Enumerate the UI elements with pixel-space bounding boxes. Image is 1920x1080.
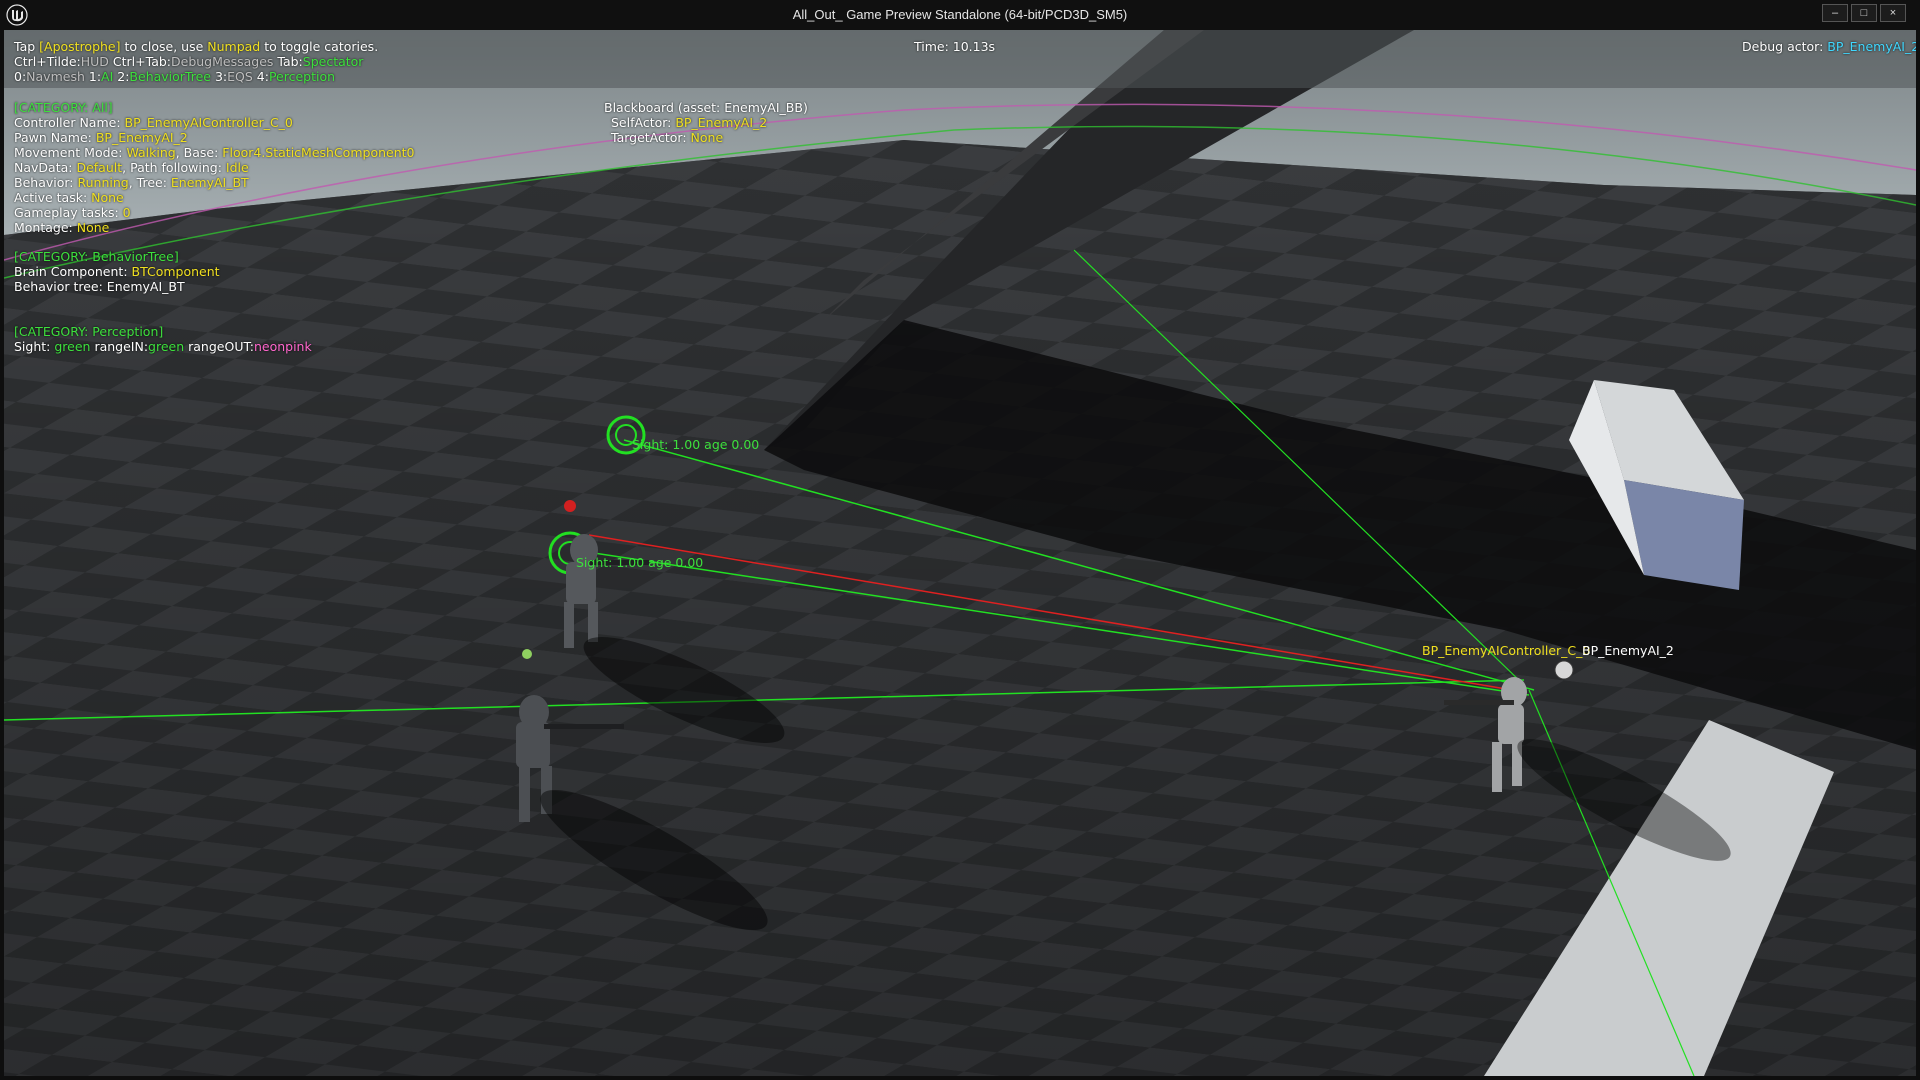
minimize-button[interactable]: – (1822, 4, 1848, 22)
hud-shortcuts-line: Ctrl+Tilde:HUD Ctrl+Tab:DebugMessages Ta… (14, 54, 364, 69)
sight-legend-line: Sight: green rangeIN:green rangeOUT:neon… (14, 339, 312, 354)
controller-world-tag: BP_EnemyAIController_C_0 (1422, 643, 1591, 658)
marker-small (522, 649, 532, 659)
behavior-tree-line: Behavior tree: EnemyAI_BT (14, 279, 185, 294)
behavior-line: Behavior: Running, Tree: EnemyAI_BT (14, 175, 249, 190)
close-button[interactable]: × (1880, 4, 1906, 22)
title-bar[interactable]: All_Out_ Game Preview Standalone (64-bit… (0, 0, 1920, 30)
scene-render (4, 30, 1916, 1076)
hud-category-toggles: 0:Navmesh 1:AI 2:BehaviorTree 3:EQS 4:Pe… (14, 69, 336, 84)
sight-label-1: Sight: 1.00 age 0.00 (632, 437, 760, 452)
navdata-line: NavData: Default, Path following: Idle (14, 160, 249, 175)
blackboard-target-actor: TargetActor: None (611, 130, 724, 145)
gameplay-tasks-line: Gameplay tasks: 0 (14, 205, 131, 220)
pawn-world-tag: BP_EnemyAI_2 (1582, 643, 1674, 658)
category-bt-header: [CATEGORY: BehaviorTree] (14, 249, 179, 264)
hud-help-line: Tap [Apostrophe] to close, use Numpad to… (14, 39, 379, 54)
active-task-line: Active task: None (14, 190, 124, 205)
pawn-name-line: Pawn Name: BP_EnemyAI_2 (14, 130, 188, 145)
category-all-header: [CATEGORY: All] (14, 100, 113, 115)
movement-mode-line: Movement Mode: Walking, Base: Floor4.Sta… (14, 145, 415, 160)
montage-line: Montage: None (14, 220, 110, 235)
controller-name-line: Controller Name: BP_EnemyAIController_C_… (14, 115, 293, 130)
window-title: All_Out_ Game Preview Standalone (64-bit… (792, 7, 1128, 22)
blackboard-header: Blackboard (asset: EnemyAI_BB) (604, 100, 808, 115)
sight-label-2: Sight: 1.00 age 0.00 (576, 555, 704, 570)
hud-debug-actor: Debug actor: BP_EnemyAI_2 (1742, 39, 1916, 54)
hud-time: Time: 10.13s (914, 39, 996, 54)
red-marker (564, 500, 576, 512)
game-viewport[interactable]: Tap [Apostrophe] to close, use Numpad to… (4, 30, 1916, 1076)
actor-icon (1554, 660, 1574, 680)
blackboard-self-actor: SelfActor: BP_EnemyAI_2 (611, 115, 768, 130)
category-perception-header: [CATEGORY: Perception] (14, 324, 164, 339)
maximize-button[interactable]: □ (1851, 4, 1877, 22)
game-window: All_Out_ Game Preview Standalone (64-bit… (0, 0, 1920, 1080)
brain-component-line: Brain Component: BTComponent (14, 264, 220, 279)
